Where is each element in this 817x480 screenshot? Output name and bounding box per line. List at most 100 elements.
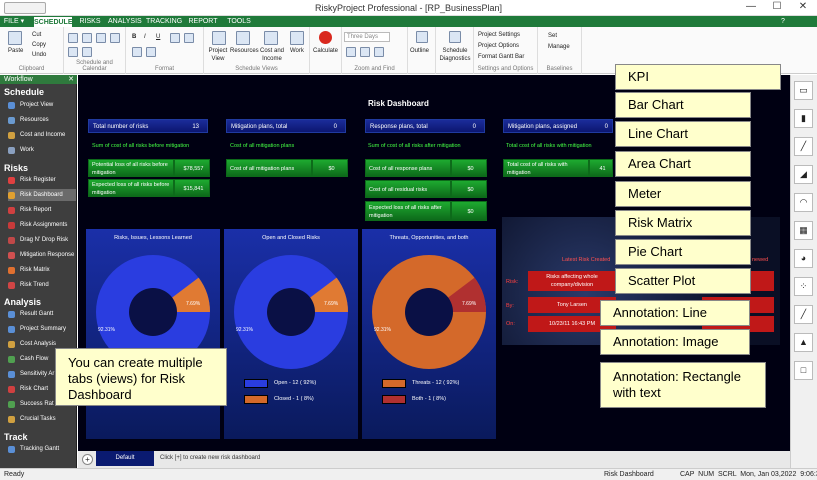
set-baseline-button[interactable]: Set: [548, 32, 557, 40]
move-right-icon[interactable]: [82, 47, 92, 57]
annotation-rectangle-widget-icon[interactable]: □: [794, 361, 813, 380]
sidebar-item-resources[interactable]: Resources: [8, 114, 76, 126]
sidebar-item-work[interactable]: Work: [8, 144, 76, 156]
kpi-mitigation-assigned[interactable]: Mitigation plans, assigned 0: [503, 119, 613, 133]
schedule-diagnostics-button[interactable]: Schedule Diagnostics: [438, 47, 472, 63]
cut-button[interactable]: Cut: [32, 31, 41, 39]
annotation-line-widget-icon[interactable]: ╱: [794, 305, 813, 324]
diagnostics-icon[interactable]: [449, 31, 461, 43]
project-view-icon[interactable]: [212, 31, 226, 45]
tab-file[interactable]: FILE ▾: [2, 16, 26, 27]
line-chart-widget-icon[interactable]: ╱: [794, 137, 813, 156]
pie-chart-widget-icon[interactable]: ◕: [794, 249, 813, 268]
bold-button[interactable]: B: [132, 33, 136, 41]
sidebar-item-risk-dashboard[interactable]: Risk Dashboard: [8, 189, 76, 201]
font-color-icon[interactable]: [132, 47, 142, 57]
sidebar-item-mitigation-response[interactable]: Mitigation Response: [8, 249, 76, 261]
maximize-button[interactable]: ☐: [766, 1, 788, 15]
sidebar-item-result-gantt[interactable]: Result Gantt: [8, 308, 76, 320]
pie-panel-risks-issues[interactable]: Risks, Issues, Lessons Learned 92.31% 7.…: [86, 229, 220, 439]
link-icon[interactable]: [96, 33, 106, 43]
clipboard-group: Paste Cut Copy Undo Clipboard: [0, 27, 64, 74]
project-options-button[interactable]: Project Options: [478, 42, 519, 50]
zoom-select[interactable]: Three Days: [344, 32, 390, 42]
outline-icon[interactable]: [416, 31, 428, 43]
kpi-response-total[interactable]: Response plans, total 0: [365, 119, 485, 133]
pie-panel-threats[interactable]: Threats, Opportunities, and both 92.31% …: [362, 229, 496, 439]
meter-widget-icon[interactable]: ◠: [794, 193, 813, 212]
calculate-icon[interactable]: [319, 31, 332, 44]
sidebar-item-risk-assignments[interactable]: Risk Assignments: [8, 219, 76, 231]
annotation-image-widget-icon[interactable]: ▲: [794, 333, 813, 352]
dashboard-title: Risk Dashboard: [368, 99, 429, 108]
find-icon[interactable]: [374, 47, 384, 57]
zoom-in-icon[interactable]: [346, 47, 356, 57]
kpi-mitigation-total[interactable]: Mitigation plans, total 0: [226, 119, 346, 133]
minimize-button[interactable]: —: [740, 1, 762, 15]
section-analysis[interactable]: Analysis: [4, 297, 41, 307]
add-dashboard-button[interactable]: +: [82, 454, 93, 465]
unlink-icon[interactable]: [110, 33, 120, 43]
title-bar: RiskyProject Professional - [RP_Business…: [0, 0, 817, 16]
work-icon[interactable]: [290, 31, 304, 45]
area-chart-widget-icon[interactable]: ◢: [794, 165, 813, 184]
manage-baseline-button[interactable]: Manage: [548, 43, 570, 51]
sidebar-item-risk-matrix[interactable]: Risk Matrix: [8, 264, 76, 276]
section-risks[interactable]: Risks: [4, 163, 28, 173]
total-with-mitigation-value: 41: [589, 159, 613, 177]
sidebar-item-project-view[interactable]: Project View: [8, 99, 76, 111]
section-track[interactable]: Track: [4, 432, 28, 442]
paste-button[interactable]: Paste: [8, 47, 23, 55]
kpi-total-risks[interactable]: Total number of risks 13: [88, 119, 208, 133]
outline-button[interactable]: Outline: [410, 47, 429, 55]
scatter-plot-widget-icon[interactable]: ⁘: [794, 277, 813, 296]
calculate-button[interactable]: Calculate: [313, 47, 338, 55]
work-button[interactable]: Work: [290, 47, 304, 55]
close-button[interactable]: ✕: [792, 1, 814, 15]
sidebar-item-risk-report[interactable]: Risk Report: [8, 204, 76, 216]
pie-panel-open-closed[interactable]: Open and Closed Risks 92.31% 7.69% Open …: [224, 229, 358, 439]
project-settings-button[interactable]: Project Settings: [478, 31, 520, 39]
sidebar-item-risk-trend[interactable]: Risk Trend: [8, 279, 76, 291]
tab-report[interactable]: REPORT: [188, 16, 218, 27]
underline-button[interactable]: U: [156, 33, 160, 41]
bar-chart-widget-icon[interactable]: ▮: [794, 109, 813, 128]
cost-income-button[interactable]: Cost and Income: [258, 47, 286, 63]
align-center-icon[interactable]: [184, 33, 194, 43]
resources-button[interactable]: Resources: [230, 47, 259, 55]
tab-schedule[interactable]: SCHEDULE: [33, 16, 73, 27]
copy-button[interactable]: Copy: [32, 41, 46, 49]
sidebar-item-crucial-tasks[interactable]: Crucial Tasks: [8, 413, 76, 425]
sidebar-item-project-summary[interactable]: Project Summary: [8, 323, 76, 335]
help-icon[interactable]: ?: [778, 16, 788, 27]
project-view-button[interactable]: Project View: [207, 47, 229, 63]
tab-risks[interactable]: RISKS: [76, 16, 104, 27]
cost-income-icon[interactable]: [264, 31, 278, 45]
sidebar-item-cost-income[interactable]: Cost and Income: [8, 129, 76, 141]
workflow-close-icon[interactable]: ✕: [68, 75, 74, 84]
format-gantt-bar-button[interactable]: Format Gantt Bar: [478, 53, 524, 61]
italic-button[interactable]: I: [144, 33, 146, 41]
sidebar-item-tracking-gantt[interactable]: Tracking Gantt: [8, 443, 76, 455]
kpi-widget-icon[interactable]: ▭: [794, 81, 813, 100]
fill-color-icon[interactable]: [146, 47, 156, 57]
sidebar-item-risk-register[interactable]: Risk Register: [8, 174, 76, 186]
tab-tools[interactable]: TOOLS: [224, 16, 254, 27]
move-left-icon[interactable]: [68, 47, 78, 57]
paste-icon[interactable]: [8, 31, 22, 45]
zoom-out-icon[interactable]: [360, 47, 370, 57]
undo-button[interactable]: Undo: [32, 51, 46, 59]
outdent-icon[interactable]: [82, 33, 92, 43]
sidebar-item-drag-drop-risk[interactable]: Drag N' Drop Risk: [8, 234, 76, 246]
pie-small-label: 7.69%: [324, 301, 339, 307]
tab-default[interactable]: Default: [96, 451, 154, 466]
risk-matrix-widget-icon[interactable]: ▦: [794, 221, 813, 240]
section-schedule[interactable]: Schedule: [4, 87, 44, 97]
settings-group: Project Settings Project Options Format …: [474, 27, 538, 74]
tab-tracking[interactable]: TRACKING: [146, 16, 182, 27]
resources-icon[interactable]: [236, 31, 250, 45]
tab-analysis[interactable]: ANALYSIS: [108, 16, 142, 27]
callout-scatter-plot: Scatter Plot: [615, 268, 751, 294]
indent-icon[interactable]: [68, 33, 78, 43]
align-left-icon[interactable]: [170, 33, 180, 43]
